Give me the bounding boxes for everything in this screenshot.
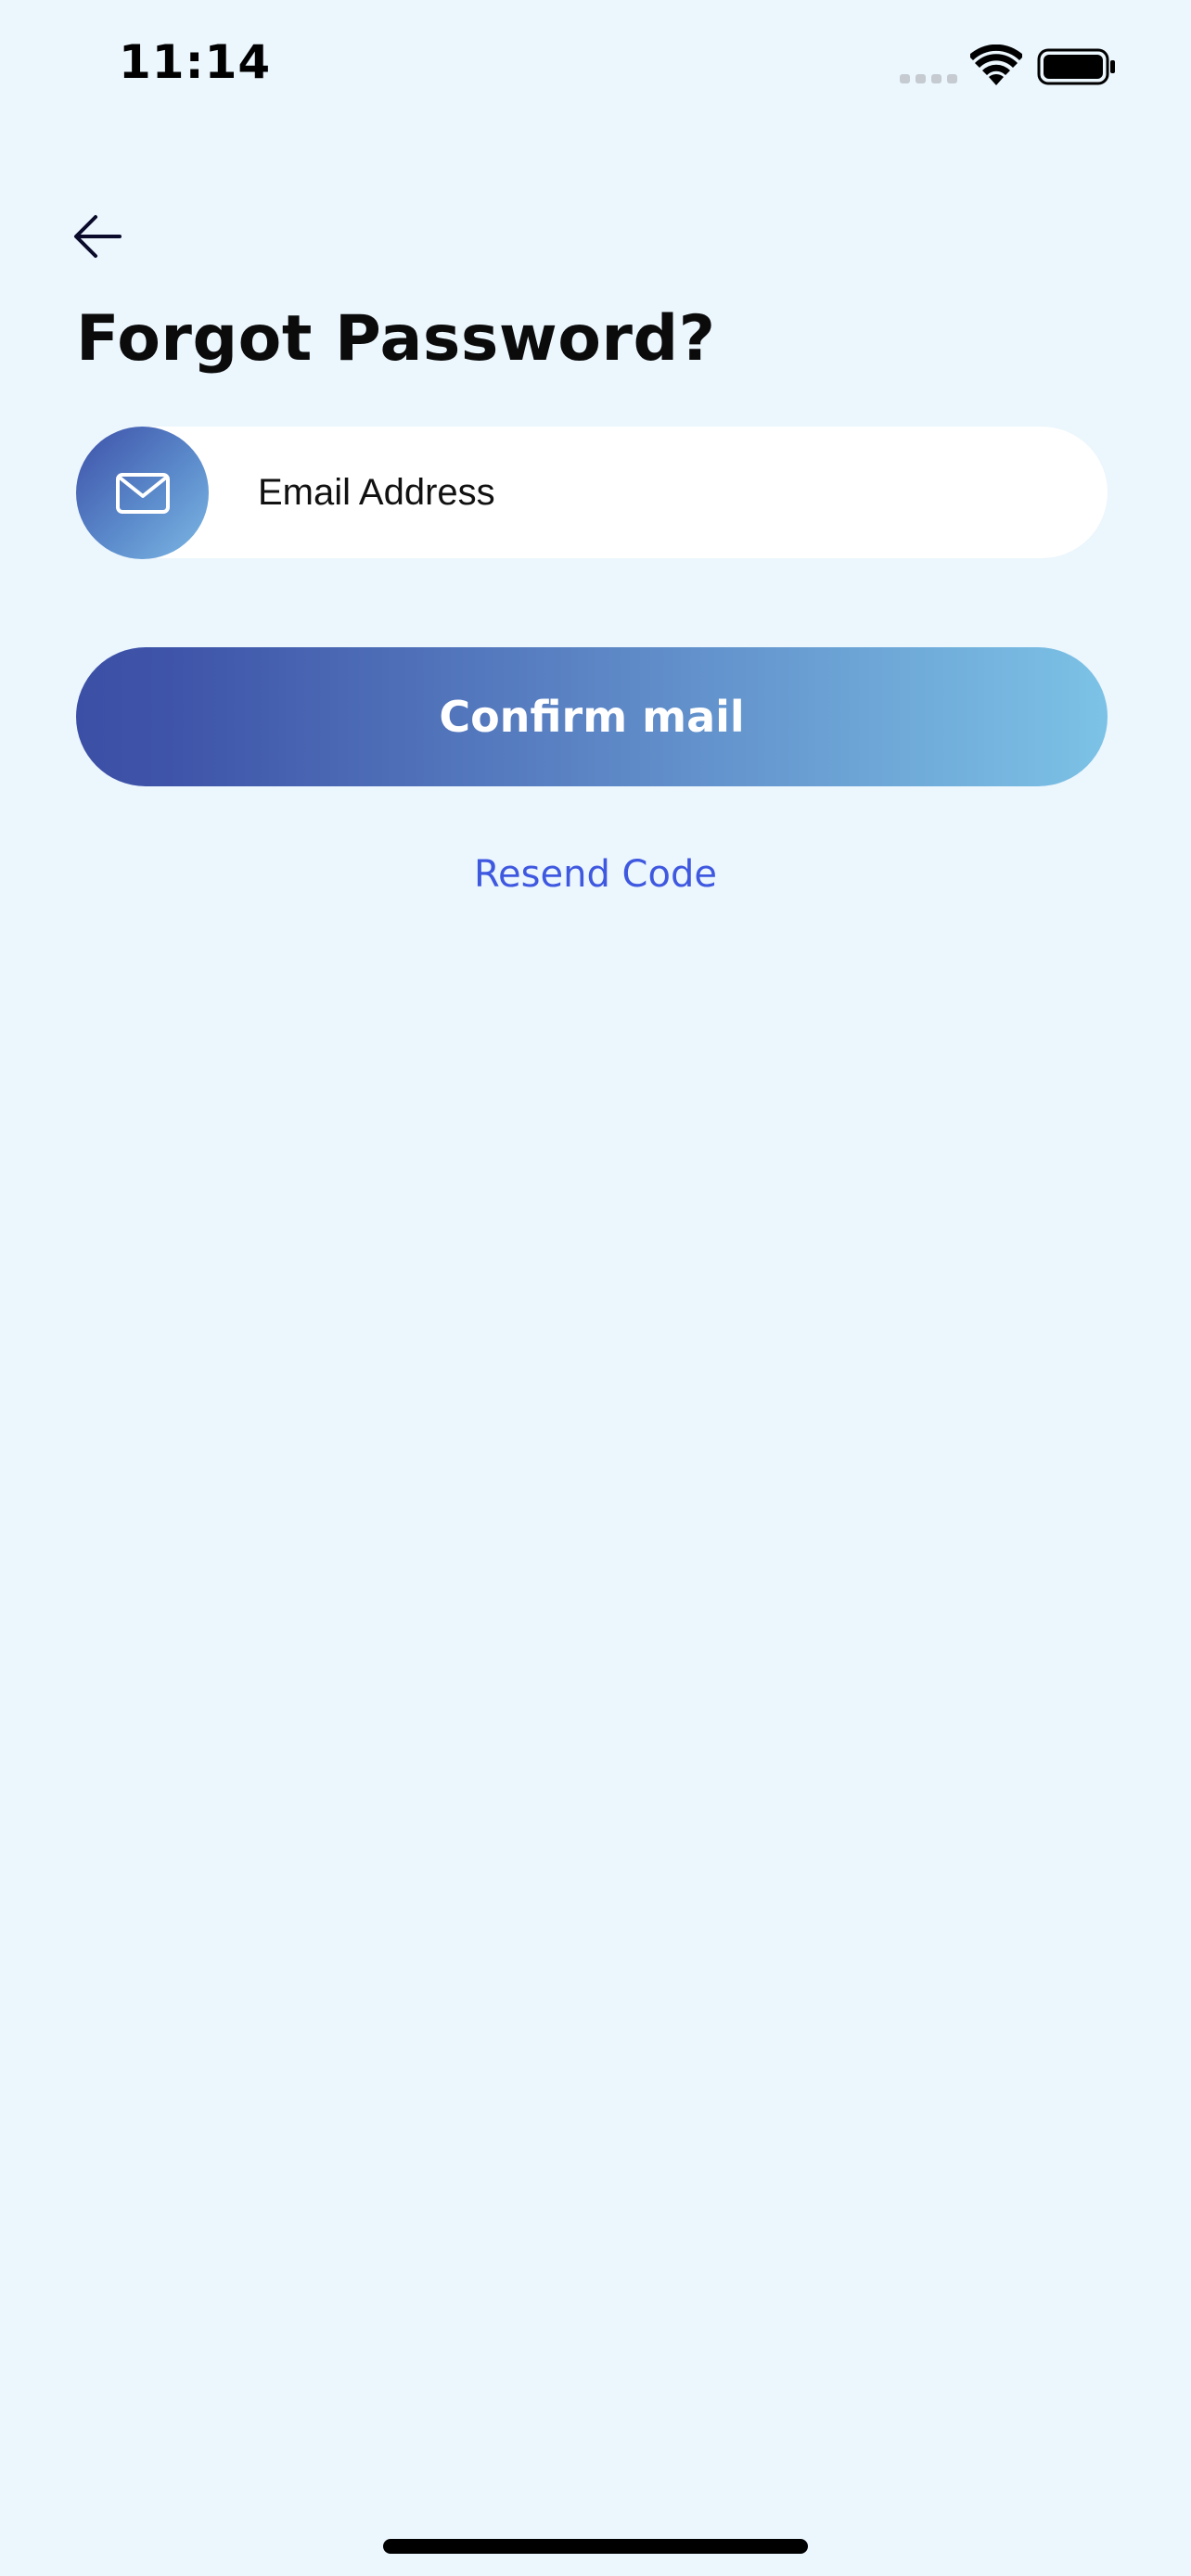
status-time: 11:14 — [119, 35, 272, 89]
signal-icon — [900, 74, 957, 83]
battery-icon — [1037, 48, 1115, 85]
arrow-left-icon — [74, 215, 122, 258]
email-input[interactable] — [258, 427, 1074, 558]
resend-code-link[interactable]: Resend Code — [0, 853, 1191, 896]
confirm-mail-button[interactable]: Confirm mail — [76, 647, 1108, 786]
back-button[interactable] — [67, 206, 128, 267]
wifi-icon — [970, 45, 1022, 85]
home-indicator — [383, 2539, 808, 2554]
mail-icon — [115, 472, 170, 514]
page-title: Forgot Password? — [76, 302, 716, 376]
status-bar: 11:14 — [0, 0, 1191, 139]
mail-icon-badge — [76, 427, 209, 559]
email-field[interactable] — [76, 427, 1108, 559]
